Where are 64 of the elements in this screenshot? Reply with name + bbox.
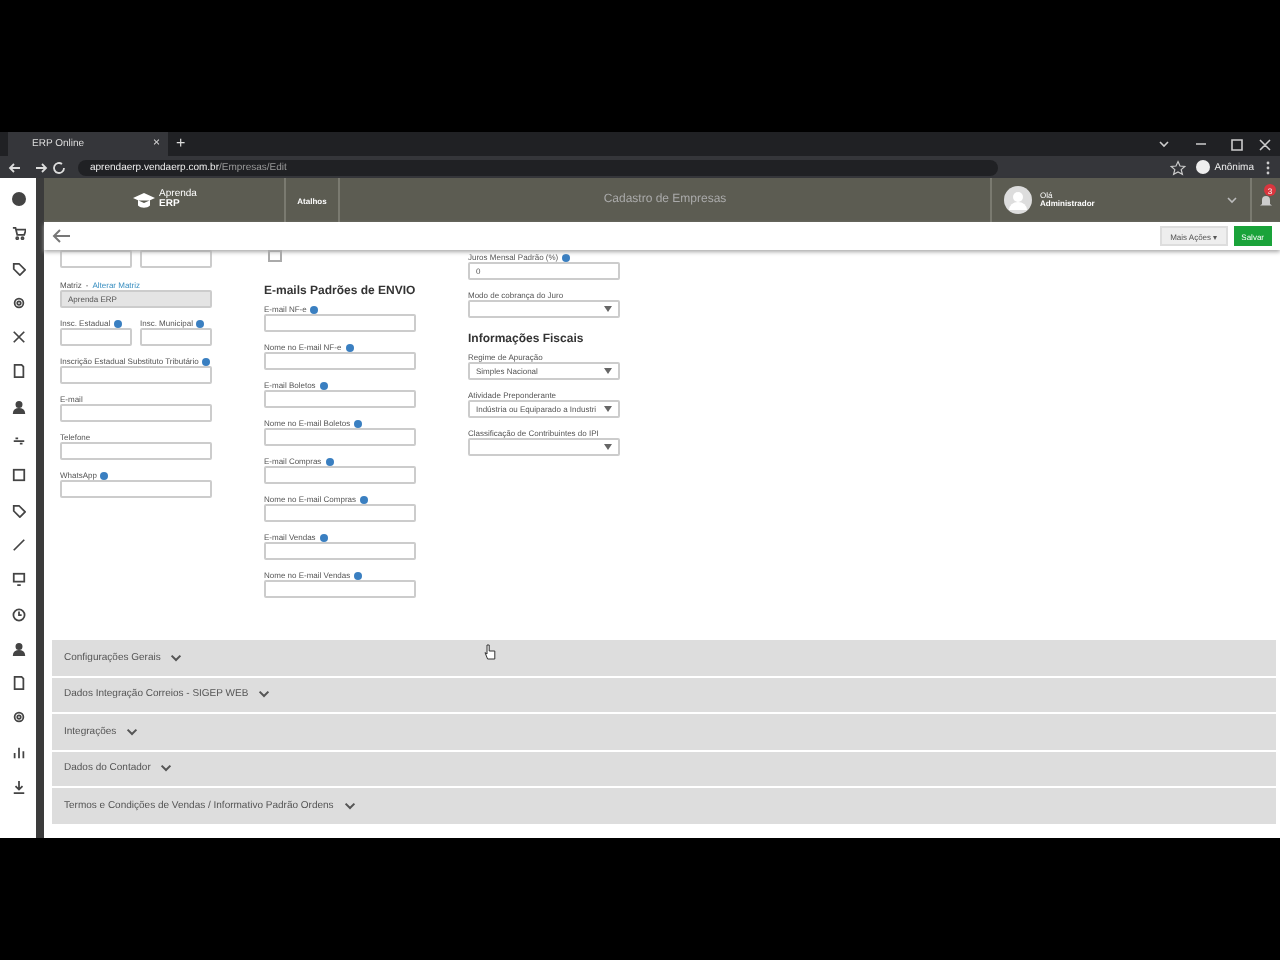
bell-icon[interactable] [1258, 192, 1274, 208]
text-field[interactable] [60, 366, 212, 384]
cart-icon[interactable] [11, 226, 25, 241]
text-field[interactable] [264, 542, 416, 560]
chevron-down-icon [170, 653, 183, 662]
caret-down-icon [604, 444, 612, 450]
monitor-icon[interactable] [11, 572, 25, 587]
checkbox[interactable] [268, 250, 282, 262]
graduation-cap-icon [131, 191, 156, 209]
tag-icon[interactable] [11, 261, 25, 276]
text-field[interactable] [60, 250, 132, 268]
text-field[interactable] [264, 314, 416, 332]
text-field[interactable] [140, 328, 212, 346]
back-arrow-icon[interactable] [52, 228, 72, 244]
text-field[interactable] [264, 504, 416, 522]
pen-icon[interactable] [11, 537, 25, 552]
menu-icon[interactable] [1264, 159, 1272, 175]
clock-icon[interactable] [11, 607, 25, 622]
info-icon[interactable] [114, 319, 123, 327]
box-icon[interactable] [11, 468, 25, 483]
text-field[interactable] [264, 580, 416, 598]
caret-down-icon [604, 406, 612, 412]
text-field[interactable] [60, 442, 212, 460]
avatar-icon[interactable] [1004, 186, 1032, 214]
navigation-icon[interactable] [8, 159, 68, 175]
info-icon[interactable] [360, 495, 369, 503]
chevron-down-icon [160, 764, 173, 773]
text-field[interactable] [264, 352, 416, 370]
people-icon[interactable] [11, 399, 25, 414]
info-icon[interactable] [319, 381, 328, 389]
info-icon[interactable] [354, 419, 363, 427]
info-icon[interactable] [319, 533, 328, 541]
caret-down-icon [604, 368, 612, 374]
tools-icon[interactable] [11, 330, 25, 345]
chevron-down-icon[interactable] [1226, 196, 1238, 204]
chart-icon[interactable] [11, 745, 25, 760]
text-field[interactable] [60, 404, 212, 422]
text-field[interactable] [264, 390, 416, 408]
download-icon[interactable] [11, 780, 25, 795]
tag-icon[interactable] [11, 503, 25, 518]
star-icon[interactable] [1170, 159, 1187, 175]
hand-cursor-icon [484, 644, 496, 660]
avatar-icon [1196, 160, 1211, 174]
text-field[interactable] [140, 250, 212, 268]
info-icon[interactable] [202, 357, 211, 365]
text-field[interactable] [60, 480, 212, 498]
info-icon[interactable] [100, 471, 109, 479]
info-icon[interactable] [345, 343, 354, 351]
doc-icon[interactable] [11, 364, 25, 379]
info-icon[interactable] [562, 253, 571, 261]
info-icon[interactable] [325, 457, 334, 465]
text-field[interactable] [264, 466, 416, 484]
chevron-down-icon [258, 690, 271, 699]
caret-down-icon [604, 306, 612, 312]
text-field[interactable] [60, 328, 132, 346]
info-icon[interactable] [310, 305, 319, 313]
text-field[interactable] [264, 428, 416, 446]
chevron-down-icon [126, 727, 139, 736]
people-icon[interactable] [11, 641, 25, 656]
chevron-down-icon [343, 801, 356, 810]
doc-icon[interactable] [11, 676, 25, 691]
info-icon[interactable] [354, 571, 363, 579]
info-icon[interactable] [196, 319, 205, 327]
new-tab-button[interactable]: + [176, 136, 186, 152]
